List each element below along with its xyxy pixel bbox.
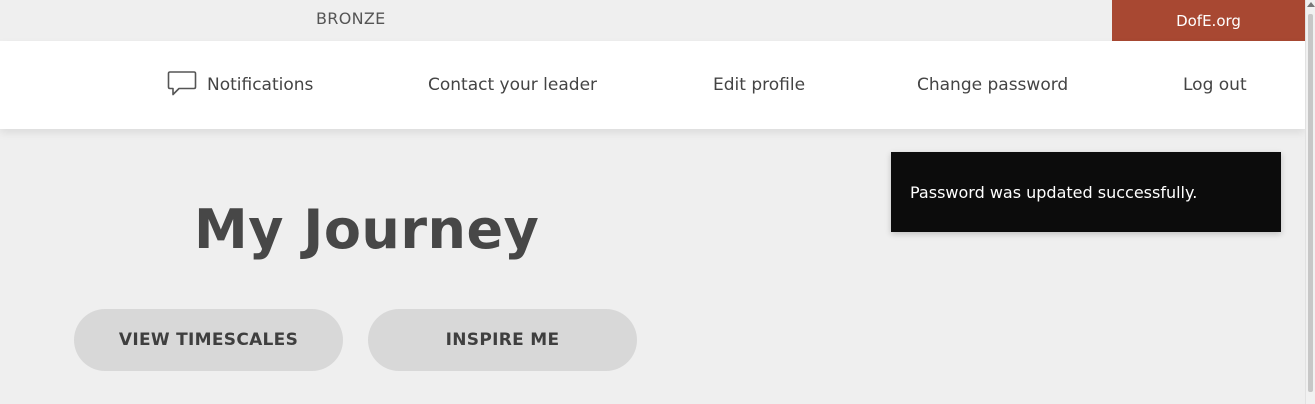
nav-change-password[interactable]: Change password (917, 41, 1068, 129)
nav-notifications-label: Notifications (207, 75, 314, 95)
top-bar: BRONZE DofE.org (0, 0, 1305, 41)
nav-contact-leader[interactable]: Contact your leader (428, 41, 597, 129)
nav-log-out[interactable]: Log out (1183, 41, 1247, 129)
scrollbar-thumb[interactable] (1308, 14, 1313, 392)
scroll-up-arrow-icon[interactable] (1307, 2, 1315, 7)
view-timescales-button[interactable]: VIEW TIMESCALES (74, 309, 343, 371)
nav-edit-profile[interactable]: Edit profile (713, 41, 805, 129)
vertical-scrollbar[interactable] (1305, 0, 1315, 404)
inspire-me-button[interactable]: INSPIRE ME (368, 309, 637, 371)
award-level-label: BRONZE (316, 9, 386, 28)
speech-bubble-icon (167, 71, 197, 96)
page-title: My Journey (194, 198, 540, 261)
dofe-org-link[interactable]: DofE.org (1112, 0, 1305, 41)
nav-notifications[interactable]: Notifications (167, 41, 313, 129)
success-toast: Password was updated successfully. (891, 152, 1281, 232)
main-navigation: Notifications Contact your leader Edit p… (0, 41, 1305, 129)
toast-message: Password was updated successfully. (910, 182, 1198, 202)
